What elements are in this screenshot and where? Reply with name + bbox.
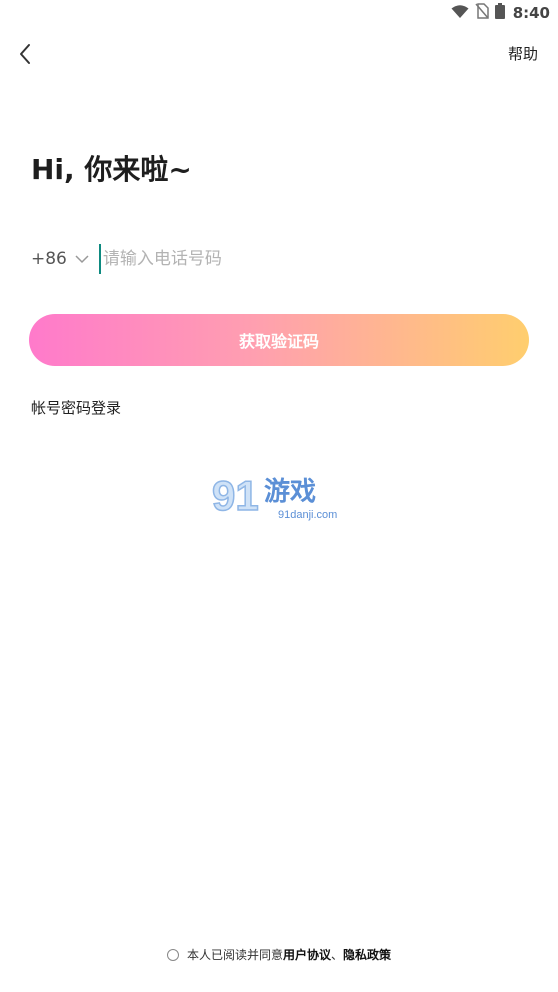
page-title: Hi, 你来啦~: [31, 153, 192, 186]
back-button[interactable]: [12, 40, 40, 68]
status-icons: 8:40: [451, 3, 550, 23]
account-password-login-link[interactable]: 帐号密码登录: [31, 397, 121, 418]
status-bar: 8:40: [0, 0, 558, 26]
status-time: 8:40: [512, 4, 550, 22]
agreement-checkbox[interactable]: [166, 948, 179, 961]
country-code-label: +86: [31, 249, 67, 269]
phone-input-row: +86: [31, 242, 527, 276]
get-verification-code-button[interactable]: 获取验证码: [29, 314, 529, 366]
svg-text:91danji.com: 91danji.com: [278, 509, 337, 521]
agreement-row: 本人已阅读并同意 用户协议 、 隐私政策: [0, 946, 558, 963]
agreement-prefix: 本人已阅读并同意: [186, 948, 283, 962]
help-link[interactable]: 帮助: [508, 43, 538, 64]
phone-number-input[interactable]: [98, 244, 485, 274]
watermark-logo: 91 游戏 91danji.com: [211, 468, 352, 524]
user-agreement-link[interactable]: 用户协议: [283, 946, 331, 963]
no-sim-icon: [475, 3, 489, 23]
chevron-down-icon: [75, 254, 89, 263]
battery-icon: [494, 3, 505, 23]
privacy-policy-link[interactable]: 隐私政策: [343, 946, 391, 963]
country-code-selector[interactable]: +86: [31, 249, 89, 269]
wifi-icon: [451, 4, 469, 23]
svg-text:91: 91: [212, 472, 259, 519]
agreement-separator: 、: [331, 948, 344, 962]
svg-text:游戏: 游戏: [264, 477, 316, 507]
chevron-left-icon: [20, 44, 30, 64]
